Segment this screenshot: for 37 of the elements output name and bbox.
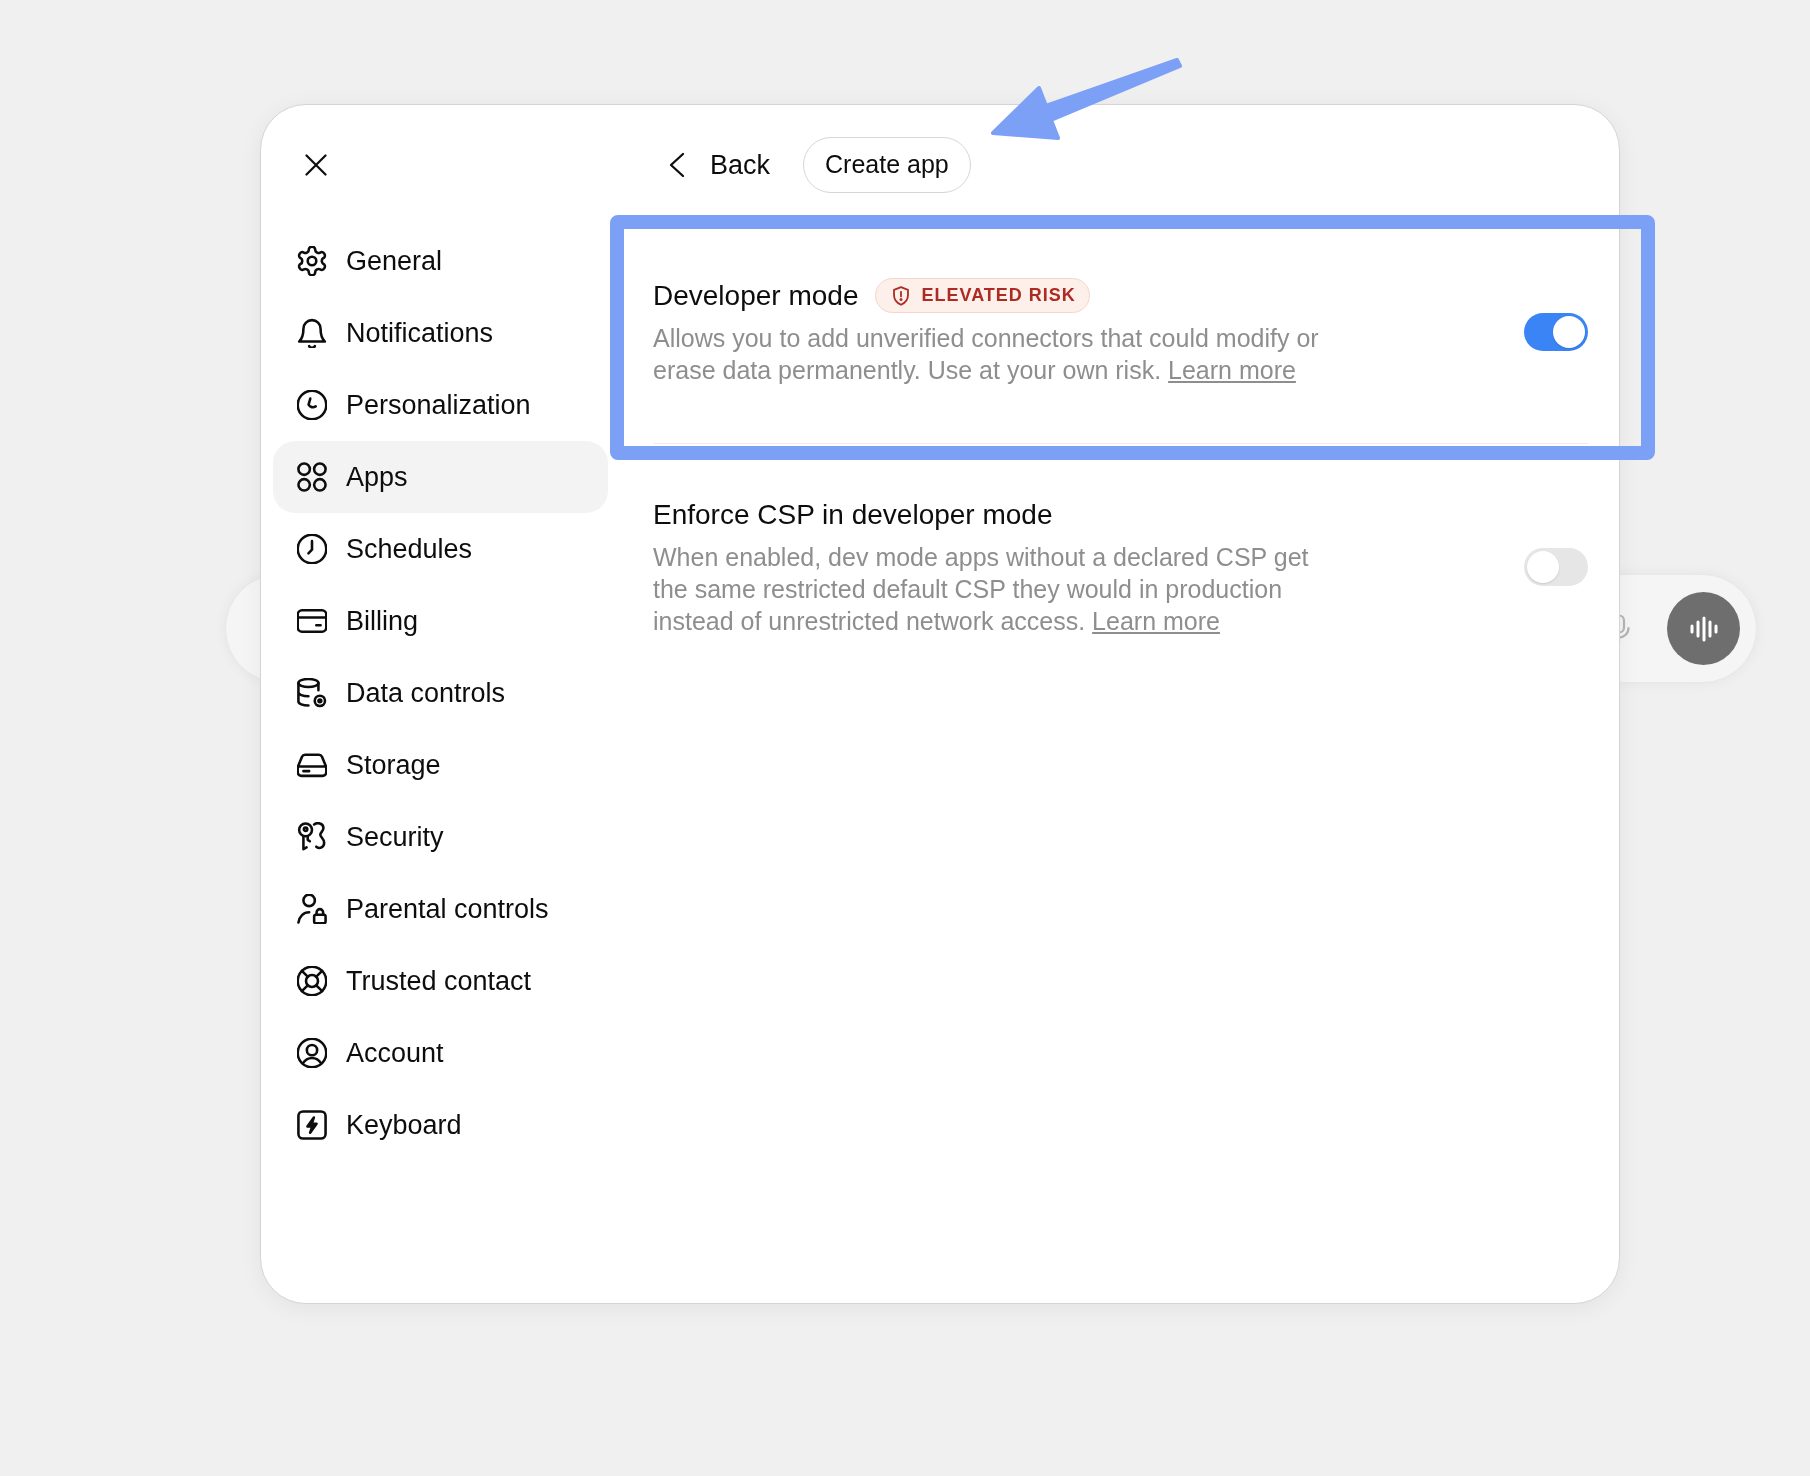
sidebar-item[interactable]: Storage xyxy=(273,729,608,801)
sidebar-item[interactable]: Notifications xyxy=(273,297,608,369)
toggle-switch[interactable] xyxy=(1524,313,1588,351)
setting-description: When enabled, dev mode apps without a declared CSP get the same restricted default CSP they would in production instead of unrestricted network access. Learn more xyxy=(653,542,1310,637)
sidebar-item[interactable]: Personalization xyxy=(273,369,608,441)
gear-icon xyxy=(297,246,327,276)
sidebar-item[interactable]: Data controls xyxy=(273,657,608,729)
person-lock-icon xyxy=(297,894,327,924)
sidebar-item[interactable]: Trusted contact xyxy=(273,945,608,1017)
drive-icon xyxy=(297,750,327,780)
close-icon xyxy=(305,154,327,176)
sidebar-item[interactable]: Keyboard xyxy=(273,1089,608,1161)
toggle-switch[interactable] xyxy=(1524,548,1588,586)
sidebar-item[interactable]: Schedules xyxy=(273,513,608,585)
keys-icon xyxy=(297,822,327,852)
setting-description: Allows you to add unverified connectors that could modify or erase data permanently. Use at your own risk. Learn more xyxy=(653,323,1320,386)
sidebar-item[interactable]: Parental controls xyxy=(273,873,608,945)
clock-icon xyxy=(297,534,327,564)
sidebar-item[interactable]: Security xyxy=(273,801,608,873)
setting-title: Developer mode xyxy=(653,278,859,313)
lightning-key-icon xyxy=(297,1110,327,1140)
database-gear-icon xyxy=(297,678,327,708)
badge-label: ELEVATED RISK xyxy=(921,284,1076,307)
lifebuoy-icon xyxy=(297,966,327,996)
back-button[interactable]: Back xyxy=(661,137,778,193)
bell-icon xyxy=(297,318,327,348)
chevron-left-icon xyxy=(668,152,685,178)
setting-title: Enforce CSP in developer mode xyxy=(653,497,1053,532)
shield-alert-icon xyxy=(892,285,911,306)
sidebar-item[interactable]: Apps xyxy=(273,441,608,513)
waveform-icon xyxy=(1689,615,1718,642)
sidebar-item[interactable]: Account xyxy=(273,1017,608,1089)
sidebar-item[interactable]: Billing xyxy=(273,585,608,657)
four-circles-icon xyxy=(297,462,327,492)
credit-card-icon xyxy=(297,606,327,636)
sidebar-item[interactable]: General xyxy=(273,225,608,297)
create-app-button[interactable]: Create app xyxy=(803,137,971,193)
